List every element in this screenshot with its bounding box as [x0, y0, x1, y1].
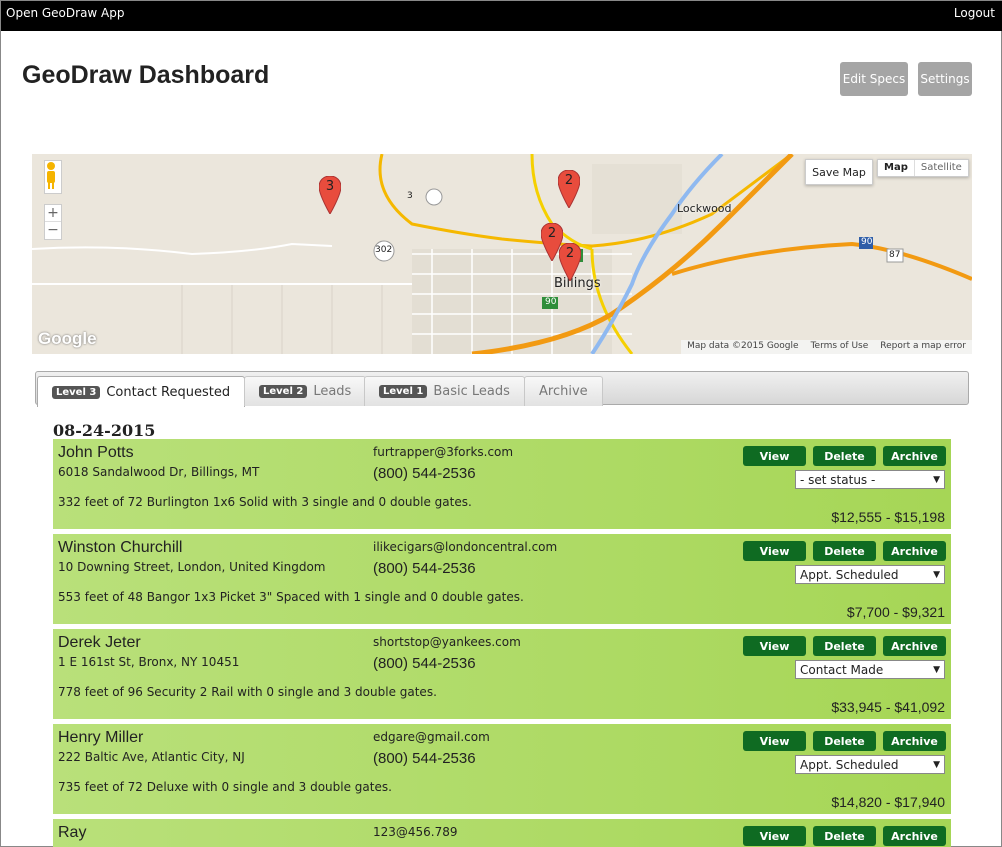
tab-basic-leads[interactable]: Level 1 Basic Leads — [364, 376, 525, 406]
top-bar: Open GeoDraw App Logout — [1, 1, 1002, 31]
lead-price: $14,820 - $17,940 — [831, 794, 945, 810]
lead-phone: (800) 544-2536 — [373, 655, 476, 672]
chevron-down-icon: ▼ — [933, 664, 940, 675]
status-value: Appt. Scheduled — [800, 757, 899, 772]
lead-email: ilikecigars@londoncentral.com — [373, 540, 558, 554]
delete-button[interactable]: Delete — [813, 826, 876, 846]
lead-description: 778 feet of 96 Security 2 Rail with 0 si… — [58, 685, 437, 699]
map-data-text: Map data ©2015 Google — [687, 341, 799, 351]
lead-price: $33,945 - $41,092 — [831, 699, 945, 715]
lead-address: 6018 Sandalwood Dr, Billings, MT — [58, 465, 260, 479]
archive-button[interactable]: Archive — [883, 826, 946, 846]
lead-row: Henry Miller 222 Baltic Ave, Atlantic Ci… — [53, 724, 951, 814]
terms-link[interactable]: Terms of Use — [811, 341, 869, 353]
zoom-control: + − — [44, 204, 62, 240]
lead-phone: (800) 544-2536 — [373, 465, 476, 482]
lead-name: John Potts — [58, 444, 134, 461]
lead-row: John Potts 6018 Sandalwood Dr, Billings,… — [53, 439, 951, 529]
level-badge: Level 2 — [259, 385, 308, 398]
lead-name: Winston Churchill — [58, 539, 183, 556]
status-value: Contact Made — [800, 662, 884, 677]
open-app-link[interactable]: Open GeoDraw App — [6, 6, 125, 20]
lead-description: 332 feet of 72 Burlington 1x6 Solid with… — [58, 495, 472, 509]
map-type-map-button[interactable]: Map — [878, 160, 915, 176]
lead-email: furtrapper@3forks.com — [373, 445, 514, 459]
lead-row: Winston Churchill 10 Downing Street, Lon… — [53, 534, 951, 624]
logout-link[interactable]: Logout — [954, 6, 995, 20]
status-select[interactable]: Appt. Scheduled ▼ — [795, 755, 945, 774]
chevron-down-icon: ▼ — [933, 759, 940, 770]
route-label: 302 — [375, 245, 393, 255]
lead-price: $12,555 - $15,198 — [831, 509, 945, 525]
route-label: 90 — [545, 297, 557, 307]
tab-contact-requested[interactable]: Level 3 Contact Requested — [37, 376, 246, 407]
status-value: - set status - — [800, 472, 876, 487]
settings-button[interactable]: Settings — [918, 62, 972, 96]
lead-address: 222 Baltic Ave, Atlantic City, NJ — [58, 750, 245, 764]
lead-email: edgare@gmail.com — [373, 730, 490, 744]
lead-row: Derek Jeter 1 E 161st St, Bronx, NY 1045… — [53, 629, 951, 719]
map-panel[interactable]: 3 302 90 90 87 Billings Lockwood 3 2 2 2… — [32, 154, 972, 354]
lead-name: Henry Miller — [58, 729, 144, 746]
map-type-satellite-button[interactable]: Satellite — [915, 160, 968, 176]
map-attribution: Map data ©2015 Google Terms of Use Repor… — [681, 340, 972, 354]
lead-address: 10 Downing Street, London, United Kingdo… — [58, 560, 326, 574]
archive-button[interactable]: Archive — [883, 636, 946, 656]
map-type-control: Map Satellite — [877, 159, 969, 177]
route-label: 90 — [861, 237, 873, 247]
view-button[interactable]: View — [743, 731, 806, 751]
place-label: Lockwood — [677, 202, 732, 215]
zoom-out-icon[interactable]: − — [47, 222, 59, 238]
lead-email: 123@456.789 — [373, 825, 458, 839]
tab-bar: Level 3 Contact Requested Level 2 Leads … — [35, 371, 969, 407]
tab-leads[interactable]: Level 2 Leads — [244, 376, 367, 406]
lead-address: 1 E 161st St, Bronx, NY 10451 — [58, 655, 240, 669]
delete-button[interactable]: Delete — [813, 636, 876, 656]
delete-button[interactable]: Delete — [813, 446, 876, 466]
lead-description: 735 feet of 72 Deluxe with 0 single and … — [58, 780, 392, 794]
route-label: 3 — [407, 191, 413, 201]
delete-button[interactable]: Delete — [813, 541, 876, 561]
report-error-link[interactable]: Report a map error — [880, 341, 966, 353]
level-badge: Level 1 — [379, 385, 428, 398]
status-select[interactable]: Contact Made ▼ — [795, 660, 945, 679]
tab-label: Basic Leads — [433, 384, 510, 399]
chevron-down-icon: ▼ — [933, 474, 940, 485]
lead-phone: (800) 544-2536 — [373, 750, 476, 767]
archive-button[interactable]: Archive — [883, 731, 946, 751]
tab-label: Leads — [313, 384, 352, 399]
edit-specs-button[interactable]: Edit Specs — [840, 62, 908, 96]
lead-row: Ray 123@456.789 View Delete Archive — [53, 819, 951, 847]
status-select[interactable]: - set status - ▼ — [795, 470, 945, 489]
save-map-button[interactable]: Save Map — [805, 159, 873, 185]
archive-button[interactable]: Archive — [883, 541, 946, 561]
status-value: Appt. Scheduled — [800, 567, 899, 582]
view-button[interactable]: View — [743, 446, 806, 466]
chevron-down-icon: ▼ — [933, 569, 940, 580]
lead-email: shortstop@yankees.com — [373, 635, 521, 649]
level-badge: Level 3 — [52, 385, 101, 399]
tab-label: Contact Requested — [106, 384, 231, 400]
view-button[interactable]: View — [743, 541, 806, 561]
tab-archive[interactable]: Archive — [524, 376, 603, 406]
street-view-pegman-icon[interactable] — [44, 160, 62, 194]
archive-button[interactable]: Archive — [883, 446, 946, 466]
route-label: 87 — [889, 250, 901, 260]
zoom-in-icon[interactable]: + — [45, 205, 61, 222]
lead-description: 553 feet of 48 Bangor 1x3 Picket 3" Spac… — [58, 590, 524, 604]
view-button[interactable]: View — [743, 826, 806, 846]
delete-button[interactable]: Delete — [813, 731, 876, 751]
lead-name: Ray — [58, 824, 87, 841]
lead-phone: (800) 544-2536 — [373, 560, 476, 577]
page-title: GeoDraw Dashboard — [22, 61, 270, 89]
google-logo: Google — [38, 329, 97, 348]
lead-name: Derek Jeter — [58, 634, 141, 651]
status-select[interactable]: Appt. Scheduled ▼ — [795, 565, 945, 584]
tab-label: Archive — [539, 384, 588, 399]
lead-price: $7,700 - $9,321 — [846, 604, 945, 620]
view-button[interactable]: View — [743, 636, 806, 656]
